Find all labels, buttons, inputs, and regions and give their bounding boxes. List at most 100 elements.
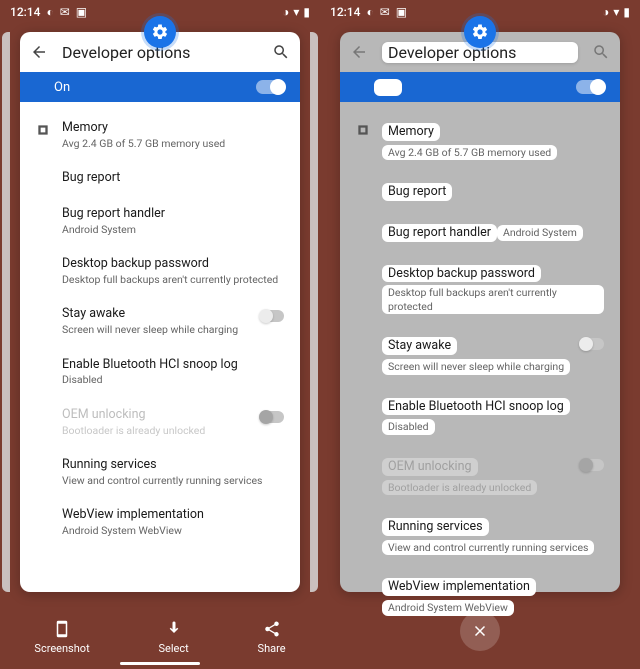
pie-icon: ◐ xyxy=(46,5,53,19)
setting-switch-stay_awake[interactable] xyxy=(580,338,604,350)
recents-card[interactable]: Developer options On MemoryAvg 2.4 GB of… xyxy=(20,32,300,592)
setting-title: Bug report handler xyxy=(62,206,284,222)
setting-subtitle[interactable]: Desktop full backups aren't currently pr… xyxy=(382,285,604,314)
clock: 12:14 xyxy=(10,5,40,19)
setting-subtitle[interactable]: Android System WebView xyxy=(382,600,514,616)
chip-icon xyxy=(36,123,50,137)
next-app-peek[interactable] xyxy=(310,32,318,592)
share-button[interactable]: Share xyxy=(258,620,286,655)
setting-row-bug_handler[interactable]: Bug report handlerAndroid System xyxy=(36,206,284,236)
setting-subtitle: Desktop full backups aren't currently pr… xyxy=(62,273,284,287)
master-toggle-row[interactable]: On xyxy=(20,72,300,102)
app-badge-settings[interactable] xyxy=(144,16,176,48)
setting-row-bt_hci[interactable]: Enable Bluetooth HCI snoop log Disabled xyxy=(356,395,604,435)
setting-row-memory[interactable]: Memory Avg 2.4 GB of 5.7 GB memory used xyxy=(356,120,604,160)
setting-row-webview[interactable]: WebView implementationAndroid System Web… xyxy=(36,507,284,537)
setting-title[interactable]: OEM unlocking xyxy=(382,458,478,476)
master-toggle-row[interactable]: On xyxy=(340,72,620,102)
setting-row-running_svc[interactable]: Running servicesView and control current… xyxy=(36,457,284,487)
setting-title[interactable]: Running services xyxy=(382,518,489,536)
back-icon[interactable] xyxy=(30,43,48,61)
brightness-icon: ◑ xyxy=(282,5,289,19)
setting-subtitle[interactable]: Screen will never sleep while charging xyxy=(382,359,570,375)
setting-row-bug_report[interactable]: Bug report xyxy=(356,180,604,201)
share-label: Share xyxy=(258,642,286,655)
screenshot-button[interactable]: Screenshot xyxy=(34,620,89,655)
setting-subtitle: Bootloader is already unlocked xyxy=(62,424,260,438)
setting-title[interactable]: Desktop backup password xyxy=(382,265,541,283)
wifi-icon: ▾ xyxy=(613,5,619,19)
master-switch[interactable] xyxy=(576,80,604,94)
back-icon[interactable] xyxy=(350,43,368,61)
setting-subtitle: Screen will never sleep while charging xyxy=(62,323,260,337)
picture-icon: ▣ xyxy=(396,5,407,19)
recents-card-selectmode[interactable]: Developer options On MemoryAvg 2.4 GB of… xyxy=(340,32,620,592)
setting-row-stay_awake[interactable]: Stay awake Screen will never sleep while … xyxy=(356,334,604,374)
brightness-icon: ◑ xyxy=(602,5,609,19)
setting-row-memory[interactable]: MemoryAvg 2.4 GB of 5.7 GB memory used xyxy=(36,120,284,150)
setting-row-stay_awake[interactable]: Stay awakeScreen will never sleep while … xyxy=(36,306,284,336)
setting-title[interactable]: Enable Bluetooth HCI snoop log xyxy=(382,398,570,416)
setting-row-webview[interactable]: WebView implementation Android System Web… xyxy=(356,575,604,615)
settings-list: MemoryAvg 2.4 GB of 5.7 GB memory used Bu… xyxy=(20,102,300,566)
setting-subtitle: Disabled xyxy=(62,373,284,387)
gesture-pill[interactable] xyxy=(120,662,200,665)
on-label[interactable]: On xyxy=(374,79,402,96)
setting-subtitle[interactable]: Avg 2.4 GB of 5.7 GB memory used xyxy=(382,145,557,161)
setting-subtitle: Avg 2.4 GB of 5.7 GB memory used xyxy=(62,137,284,151)
setting-row-bug_report[interactable]: Bug report xyxy=(36,170,284,186)
setting-subtitle[interactable]: Bootloader is already unlocked xyxy=(382,480,537,496)
setting-row-running_svc[interactable]: Running services View and control current… xyxy=(356,515,604,555)
select-button[interactable]: Select xyxy=(158,620,188,655)
share-icon xyxy=(263,620,281,638)
screenshot-icon xyxy=(53,620,71,638)
prev-app-peek[interactable] xyxy=(2,32,10,592)
setting-title: Bug report xyxy=(62,170,284,186)
battery-icon: ▮ xyxy=(303,5,310,19)
setting-title: OEM unlocking xyxy=(62,407,260,423)
chip-icon xyxy=(356,123,370,137)
setting-title: Running services xyxy=(62,457,284,473)
setting-title[interactable]: Memory xyxy=(382,123,440,141)
wifi-icon: ▾ xyxy=(293,5,299,19)
setting-subtitle[interactable]: View and control currently running servi… xyxy=(382,540,594,556)
close-icon xyxy=(471,622,489,640)
mail-icon: ✉ xyxy=(60,5,70,19)
app-badge-settings[interactable] xyxy=(464,16,496,48)
gear-icon xyxy=(151,23,169,41)
select-icon xyxy=(165,620,183,638)
setting-subtitle: View and control currently running servi… xyxy=(62,474,284,488)
setting-switch-stay_awake[interactable] xyxy=(260,310,284,322)
master-switch[interactable] xyxy=(256,80,284,94)
screenshot-label: Screenshot xyxy=(34,642,89,655)
setting-title: Enable Bluetooth HCI snoop log xyxy=(62,357,284,373)
setting-title[interactable]: Stay awake xyxy=(382,337,457,355)
gear-icon xyxy=(471,23,489,41)
setting-switch-oem_unlock xyxy=(580,459,604,471)
setting-row-backup_pw[interactable]: Desktop backup password Desktop full back… xyxy=(356,262,604,315)
setting-title: Memory xyxy=(62,120,284,136)
search-icon[interactable] xyxy=(272,43,290,61)
setting-subtitle[interactable]: Android System xyxy=(497,225,583,241)
setting-title: Desktop backup password xyxy=(62,256,284,272)
pie-icon: ◐ xyxy=(366,5,373,19)
setting-row-bug_handler[interactable]: Bug report handlerAndroid System xyxy=(356,221,604,242)
setting-row-backup_pw[interactable]: Desktop backup passwordDesktop full back… xyxy=(36,256,284,286)
battery-icon: ▮ xyxy=(623,5,630,19)
setting-title: WebView implementation xyxy=(62,507,284,523)
setting-subtitle[interactable]: Disabled xyxy=(382,419,435,435)
setting-title[interactable]: Bug report handler xyxy=(382,224,497,242)
on-label: On xyxy=(54,80,70,95)
setting-subtitle: Android System WebView xyxy=(62,524,284,538)
recents-actions: Screenshot Select Share xyxy=(0,620,320,655)
picture-icon: ▣ xyxy=(76,5,87,19)
setting-row-oem_unlock: OEM unlockingBootloader is already unloc… xyxy=(36,407,284,437)
search-icon[interactable] xyxy=(592,43,610,61)
settings-list: Memory Avg 2.4 GB of 5.7 GB memory used Bu… xyxy=(340,102,620,644)
setting-title: Stay awake xyxy=(62,306,260,322)
setting-row-oem_unlock: OEM unlocking Bootloader is already unloc… xyxy=(356,455,604,495)
setting-row-bt_hci[interactable]: Enable Bluetooth HCI snoop logDisabled xyxy=(36,357,284,387)
setting-title[interactable]: Bug report xyxy=(382,183,452,201)
setting-title[interactable]: WebView implementation xyxy=(382,578,536,596)
close-button[interactable] xyxy=(460,611,500,651)
